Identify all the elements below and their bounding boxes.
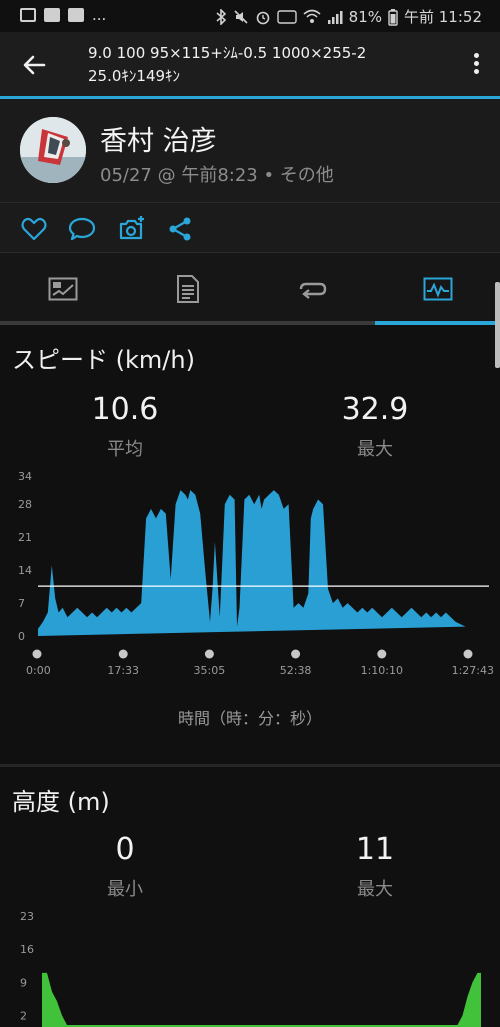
heart-icon[interactable] [20,215,48,243]
scrollbar[interactable] [495,282,500,368]
mute-icon [234,9,248,24]
store-notification-icon [44,8,60,22]
activity-date-type: 05/27 @ 午前8:23 • その他 [100,165,334,186]
speed-max-value: 32.9 [341,392,409,427]
tab-active-indicator [375,321,500,325]
speed-y-tick: 21 [18,531,32,544]
speed-avg-label: 平均 [107,439,143,460]
altitude-min-value: 0 [115,832,135,867]
social-actions [0,203,500,253]
gallery-notification-icon [20,8,36,22]
altitude-min-label: 最小 [107,879,143,900]
back-arrow-icon[interactable] [18,49,50,81]
speed-avg-value: 10.6 [91,392,159,427]
speed-y-tick: 14 [18,564,32,577]
speed-x-tick-dot [32,649,42,659]
altitude-chart[interactable]: 23 16 9 2 [0,900,500,1027]
details-icon [176,275,199,303]
battery-icon [388,8,398,26]
speed-y-tick: 7 [18,597,25,610]
tab-laps[interactable] [250,253,375,325]
altitude-title: 高度 (m) [12,788,110,816]
avatar[interactable] [20,117,86,183]
alarm-icon [256,11,269,24]
notification-icons: ... [20,6,106,24]
altitude-y-tick: 16 [20,943,34,956]
speed-y-tick: 34 [18,470,32,483]
speed-x-tick: 0:00 [26,664,51,677]
speed-x-tick: 17:33 [107,664,139,677]
speed-title: スピード (km/h) [12,346,195,374]
youtube-notification-icon [68,8,84,22]
altitude-max-value: 11 [355,832,395,867]
speed-x-tick-dot [204,649,214,659]
speed-x-tick-dot [377,649,387,659]
clock: 午前 11:52 [404,8,482,26]
activity-title-line2: 25.0ｷﾝ149ｷﾝ [88,67,181,85]
altitude-area-series [42,972,481,1027]
tab-details[interactable] [125,253,250,325]
wifi-icon [303,9,321,23]
battery-percent: 81% [348,7,382,26]
tab-summary[interactable] [0,253,125,325]
system-status: 81% 午前 11:52 [215,6,482,27]
volte-icon [276,9,297,24]
user-name[interactable]: 香村 治彦 [100,119,217,158]
section-divider [0,764,500,767]
charts-icon [423,277,452,301]
speed-x-tick: 1:10:10 [361,664,403,677]
signal-icon [327,10,343,24]
app-bar: 9.0 100 95×115+ｼﾑ-0.5 1000×255-2 25.0ｷﾝ1… [0,32,500,96]
speed-x-tick-dot [463,649,473,659]
summary-icon [48,277,77,301]
altitude-y-tick: 2 [20,1010,27,1023]
camera-add-icon[interactable] [118,215,146,243]
speed-chart[interactable]: 34 28 21 14 7 0 0:00 17:33 35:05 52:38 1:10:10 1:27… [0,462,500,682]
activity-tabs [0,253,500,325]
altitude-y-tick: 23 [20,910,34,923]
speed-x-tick: 52:38 [280,664,312,677]
speed-x-tick: 1:27:43 [452,664,494,677]
speed-max-label: 最大 [357,439,393,460]
speed-area-series [38,490,466,636]
laps-icon [299,282,326,299]
bluetooth-icon [216,8,226,25]
altitude-y-tick: 9 [20,976,27,989]
tab-charts[interactable] [375,253,500,325]
more-options-icon[interactable] [470,50,482,78]
activity-profile: 香村 治彦 05/27 @ 午前8:23 • その他 [0,99,500,203]
speed-y-tick: 0 [18,630,25,643]
speed-x-caption: 時間（時：分：秒） [177,709,322,728]
more-notifications: ... [92,6,107,24]
altitude-max-label: 最大 [357,879,393,900]
status-bar: ... 81% 午前 11:52 [0,0,500,32]
speed-x-tick: 35:05 [194,664,226,677]
share-icon[interactable] [166,215,194,243]
speed-x-tick-dot [291,649,301,659]
comment-icon[interactable] [68,215,96,243]
activity-title-line1: 9.0 100 95×115+ｼﾑ-0.5 1000×255-2 [88,44,367,62]
speed-x-tick-dot [118,649,128,659]
speed-y-tick: 28 [18,498,32,511]
